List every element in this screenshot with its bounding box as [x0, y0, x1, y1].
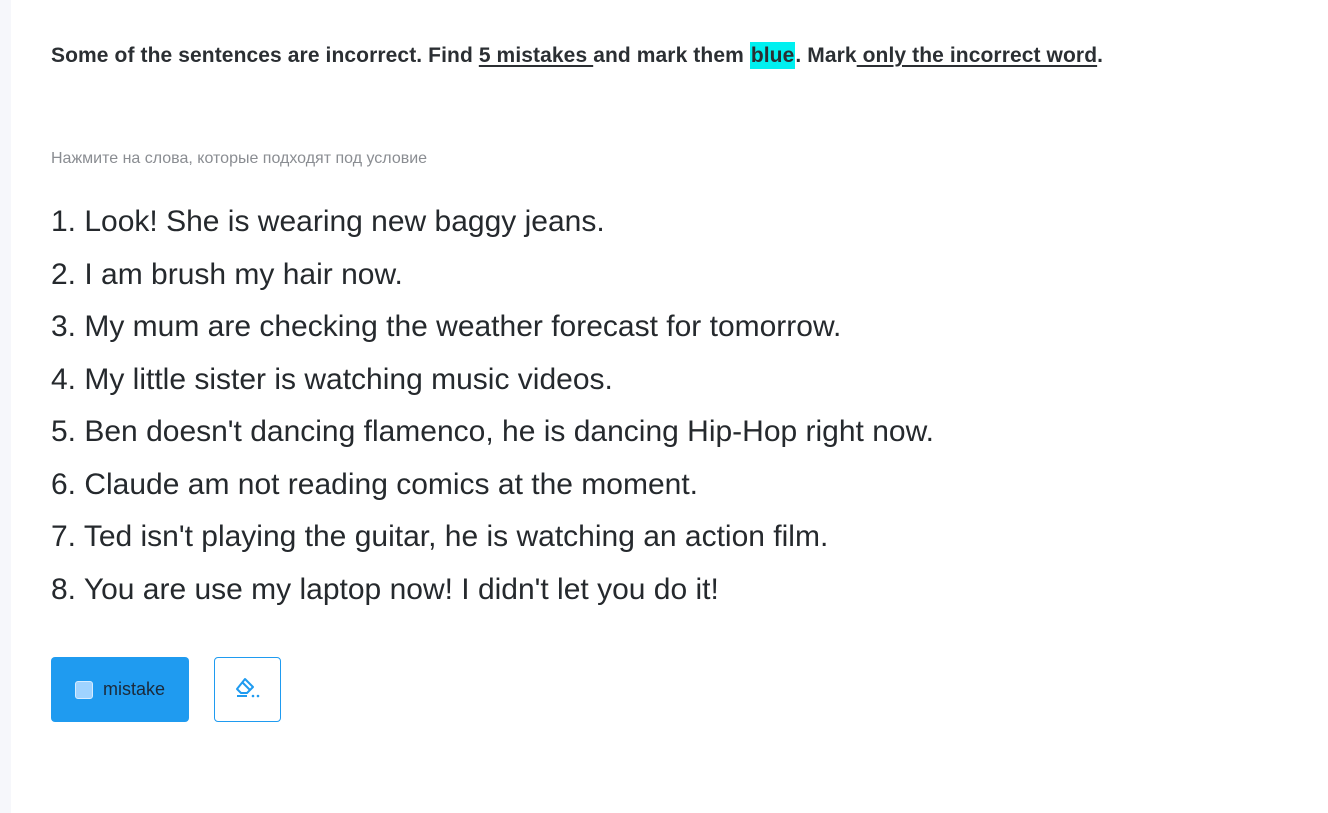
instruction-text-1: Some of the sentences are incorrect. Fin…: [51, 44, 479, 67]
sentence-8[interactable]: 8. You are use my laptop now! I didn't l…: [51, 568, 934, 621]
color-swatch: [74, 680, 93, 699]
instruction-text-3: . Mark: [795, 44, 857, 67]
sentence-1[interactable]: 1. Look! She is wearing new baggy jeans.: [51, 200, 934, 253]
instruction-only-incorrect: only the incorrect word: [856, 44, 1098, 67]
exercise-page: Some of the sentences are incorrect. Fin…: [11, 0, 1328, 813]
sentence-6[interactable]: 6. Claude am not reading comics at the m…: [51, 463, 934, 516]
sentence-list: 1. Look! She is wearing new baggy jeans.…: [51, 200, 934, 620]
instruction-end: .: [1097, 44, 1104, 67]
instruction-color-word: blue: [749, 42, 796, 69]
task-hint: Нажмите на слова, которые подходят под у…: [51, 150, 428, 167]
task-instruction: Some of the sentences are incorrect. Fin…: [51, 42, 1104, 69]
sentence-5[interactable]: 5. Ben doesn't dancing flamenco, he is d…: [51, 410, 934, 463]
eraser-button[interactable]: [214, 657, 281, 722]
eraser-icon: [234, 675, 262, 704]
instruction-text-2: and mark them: [593, 44, 750, 67]
sentence-7[interactable]: 7. Ted isn't playing the guitar, he is w…: [51, 515, 934, 568]
sentence-2[interactable]: 2. I am brush my hair now.: [51, 253, 934, 306]
mistake-marker-button[interactable]: mistake: [51, 657, 189, 722]
sentence-3[interactable]: 3. My mum are checking the weather forec…: [51, 305, 934, 358]
instruction-mistake-count: 5 mistakes: [478, 44, 594, 67]
sentence-4[interactable]: 4. My little sister is watching music vi…: [51, 358, 934, 411]
marker-toolbar: mistake: [51, 657, 281, 722]
mistake-marker-label: mistake: [102, 679, 165, 699]
